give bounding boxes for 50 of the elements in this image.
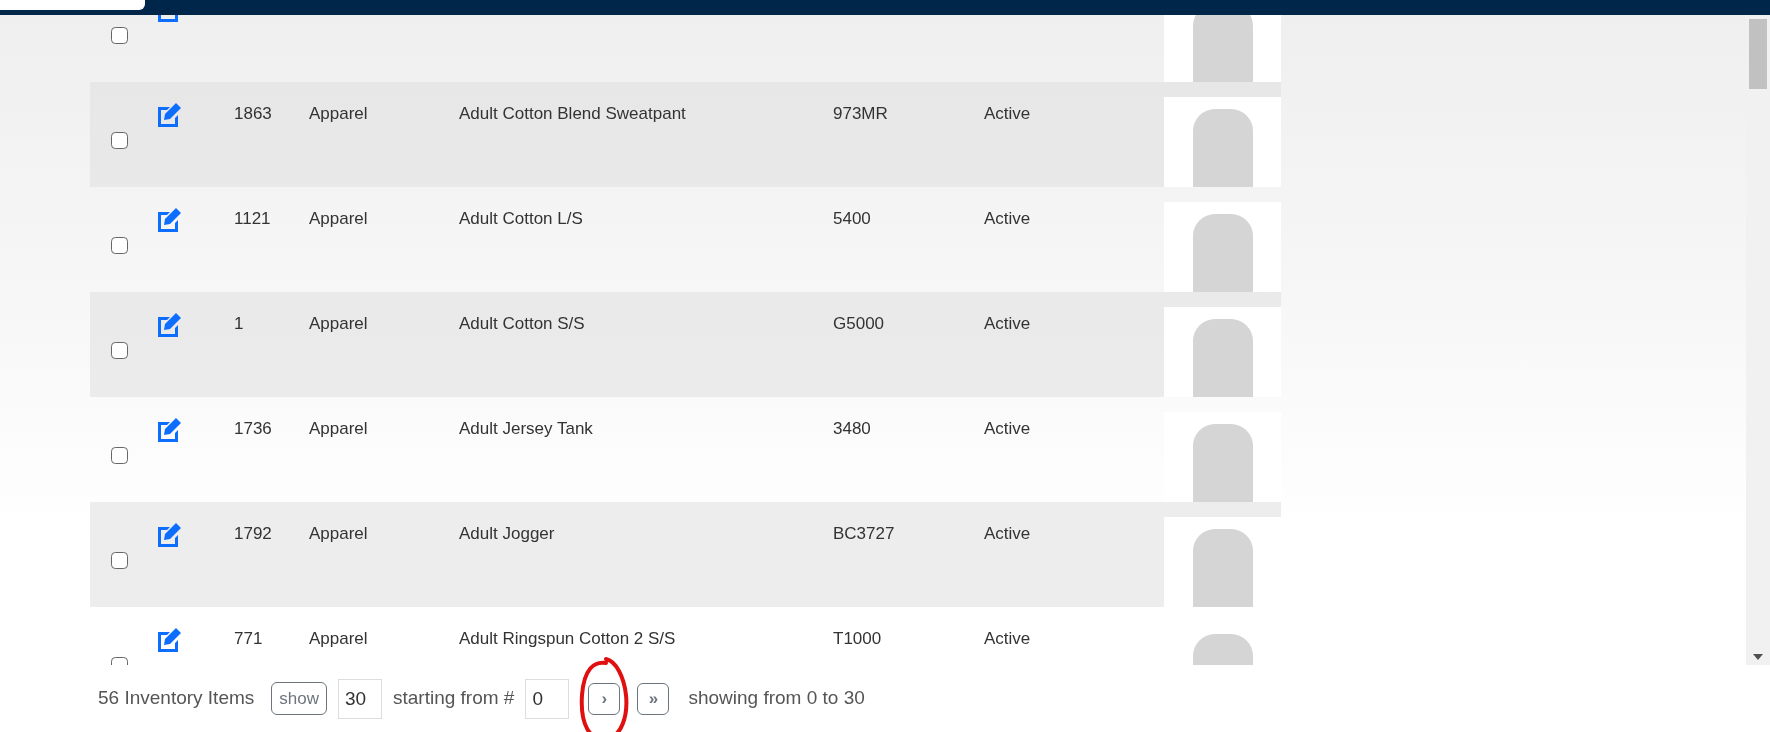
table-cell: 771 bbox=[234, 629, 263, 648]
table-cell: Apparel bbox=[309, 629, 368, 648]
showing-range: showing from 0 to 30 bbox=[688, 686, 865, 711]
table-cell: Apparel bbox=[309, 209, 368, 228]
page-size-field[interactable]: 30 bbox=[338, 678, 382, 719]
table-cell: 1863 bbox=[234, 104, 272, 123]
table-cell: 1 bbox=[234, 314, 244, 333]
table-cell: Active bbox=[984, 314, 1031, 333]
table-cell: 1736 bbox=[234, 419, 272, 438]
starting-label: starting from # bbox=[393, 686, 515, 711]
row-checkbox[interactable] bbox=[110, 447, 128, 464]
show-button[interactable]: show bbox=[271, 681, 327, 716]
table-cell: Active bbox=[984, 104, 1031, 123]
row-checkbox[interactable] bbox=[110, 27, 128, 44]
table-cell: G5000 bbox=[833, 314, 885, 333]
next-page-button[interactable]: › bbox=[588, 682, 621, 715]
row-checkbox[interactable] bbox=[110, 132, 128, 149]
table-cell: Active bbox=[984, 629, 1031, 648]
table-cell: Adult Ringspun Cotton 2 S/S bbox=[459, 629, 676, 648]
edit-icon[interactable] bbox=[155, 522, 182, 548]
item-count: 56 Inventory Items bbox=[98, 686, 255, 711]
table-cell: Active bbox=[984, 524, 1031, 543]
table-cell: Adult Cotton S/S bbox=[459, 314, 585, 333]
table-cell: Apparel bbox=[309, 104, 368, 123]
table-cell: Adult Cotton Blend Sweatpant bbox=[459, 104, 686, 123]
row-checkbox[interactable] bbox=[110, 552, 128, 569]
edit-icon[interactable] bbox=[155, 417, 182, 443]
table-cell: 1121 bbox=[234, 209, 271, 228]
table-cell: 3480 bbox=[833, 419, 871, 438]
table-cell: 1792 bbox=[234, 524, 272, 543]
last-page-button[interactable]: » bbox=[637, 682, 670, 715]
table-cell: 5400 bbox=[833, 209, 871, 228]
table-cell: T1000 bbox=[833, 629, 882, 648]
table-cell: Apparel bbox=[309, 314, 368, 333]
edit-icon[interactable] bbox=[155, 207, 182, 233]
row-checkbox[interactable] bbox=[110, 237, 128, 254]
table-cell: 973MR bbox=[833, 104, 888, 123]
edit-icon[interactable] bbox=[155, 102, 182, 128]
row-checkbox[interactable] bbox=[110, 342, 128, 359]
edit-icon[interactable] bbox=[155, 312, 182, 338]
table-cell: Adult Cotton L/S bbox=[459, 209, 583, 228]
table-cell: Apparel bbox=[309, 419, 368, 438]
edit-icon[interactable] bbox=[155, 627, 182, 653]
table-cell: Adult Jogger bbox=[459, 524, 555, 543]
table-cell: Active bbox=[984, 209, 1031, 228]
table-cell: BC3727 bbox=[833, 524, 895, 543]
table-cell: Apparel bbox=[309, 524, 368, 543]
start-field[interactable]: 0 bbox=[525, 678, 570, 719]
table-cell: Active bbox=[984, 419, 1031, 438]
table-cell: Adult Jersey Tank bbox=[459, 419, 593, 438]
